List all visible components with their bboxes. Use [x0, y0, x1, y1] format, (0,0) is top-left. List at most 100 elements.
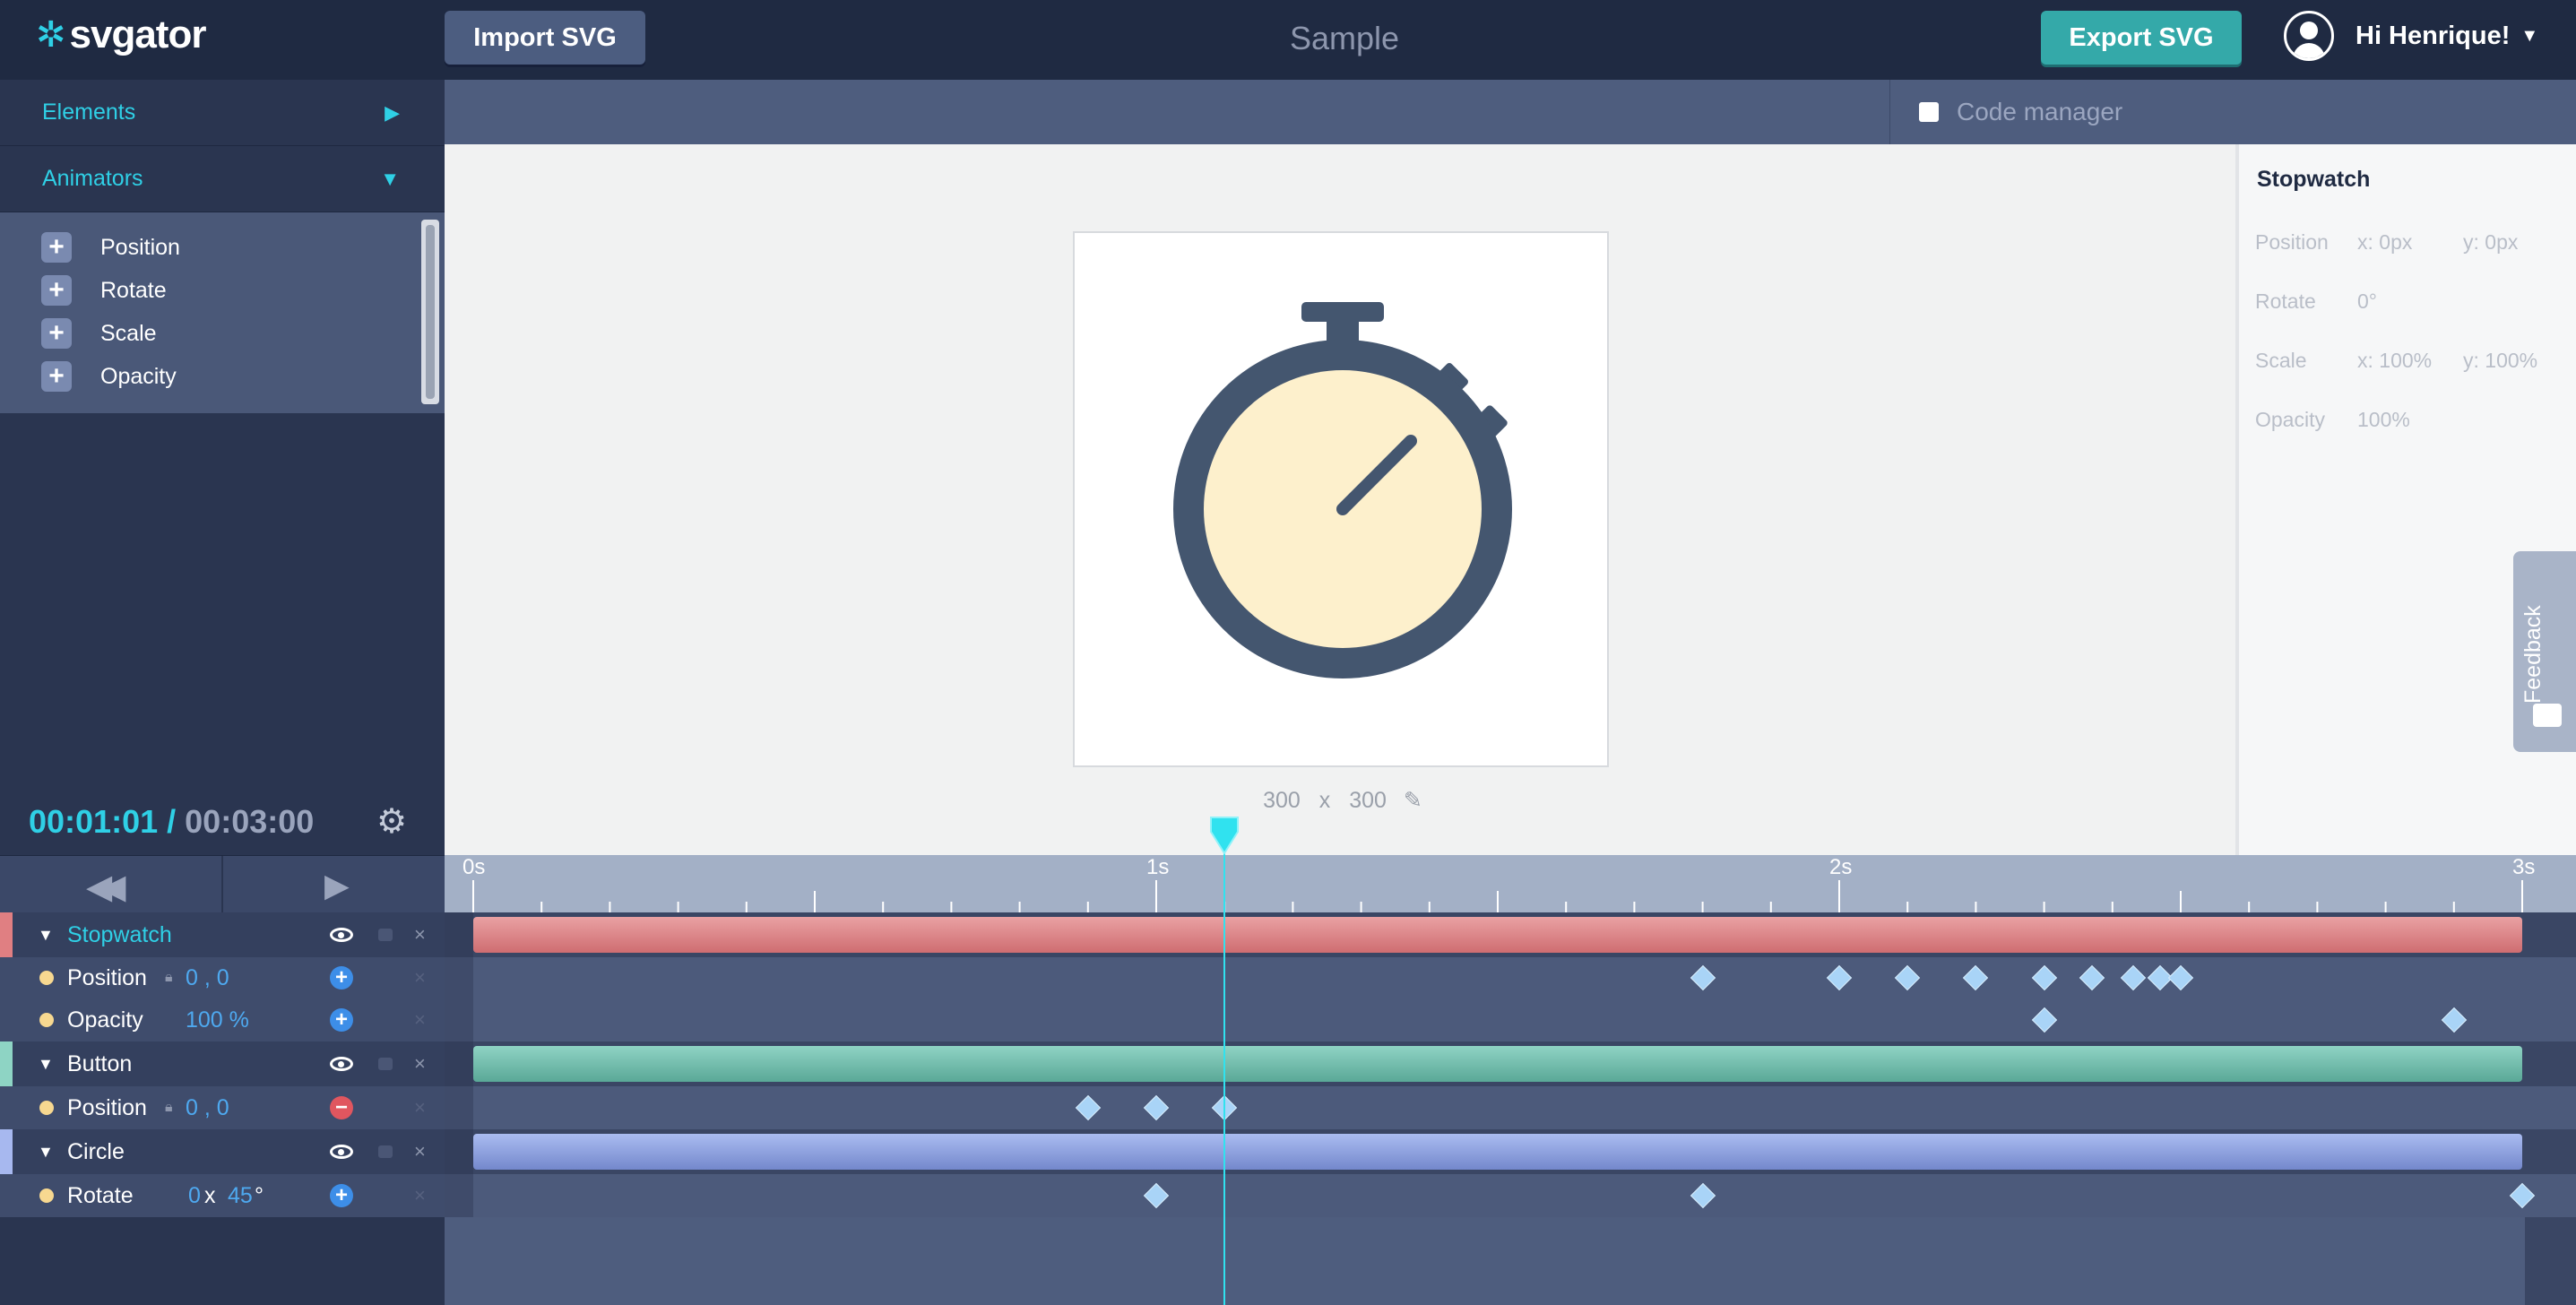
import-svg-button[interactable]: Import SVG	[445, 11, 645, 65]
lock-icon[interactable]	[378, 1145, 393, 1158]
eye-icon[interactable]	[330, 1145, 353, 1159]
animator-scrollbar[interactable]	[421, 220, 439, 404]
property-row-stopwatch-position[interactable]: Position 🔒︎ 0 , 0 + ×	[0, 957, 445, 998]
keyframe-diamond[interactable]	[1826, 964, 1853, 991]
prop-position-x[interactable]: x: 0px	[2357, 230, 2412, 255]
keyframe-diamond[interactable]	[1143, 1094, 1170, 1121]
eye-icon[interactable]	[330, 1057, 353, 1071]
play-icon[interactable]: ▶	[324, 867, 350, 904]
layer-name[interactable]: Circle	[67, 1139, 125, 1165]
remove-keyframe-icon[interactable]: −	[330, 1095, 353, 1119]
pencil-icon[interactable]: ✎	[1404, 788, 1422, 813]
timeline-ruler[interactable]	[445, 855, 2576, 912]
artboard-size[interactable]: 300 x 300 ✎	[1253, 787, 1432, 814]
bulb-icon[interactable]	[39, 1188, 54, 1203]
artboard[interactable]	[1073, 231, 1609, 767]
lock-icon[interactable]: 🔒︎	[165, 1100, 173, 1116]
bulb-icon[interactable]	[39, 971, 54, 985]
plus-icon[interactable]: +	[41, 232, 72, 263]
eye-icon[interactable]	[330, 928, 353, 942]
property-value[interactable]: 100 %	[186, 1007, 249, 1033]
keyframe-diamond[interactable]	[1690, 1182, 1716, 1209]
keyframe-diamond[interactable]	[2031, 1007, 2057, 1033]
keyframe-diamond[interactable]	[2167, 964, 2194, 991]
animator-item-rotate[interactable]: + Rotate	[41, 275, 167, 306]
gear-icon[interactable]: ⚙	[376, 801, 407, 842]
user-greeting[interactable]: Hi Henrique!	[2356, 22, 2510, 51]
export-svg-button[interactable]: Export SVG	[2041, 11, 2242, 65]
circle-bar[interactable]	[473, 1134, 2522, 1170]
animator-item-opacity[interactable]: + Opacity	[41, 361, 177, 392]
layer-name[interactable]: Stopwatch	[67, 922, 172, 948]
collapse-triangle-icon[interactable]: ▼	[38, 1143, 54, 1162]
prop-scale-x[interactable]: x: 100%	[2357, 349, 2432, 373]
close-icon[interactable]: ×	[414, 1096, 426, 1119]
artboard-height[interactable]: 300	[1349, 788, 1387, 813]
artboard-width[interactable]: 300	[1263, 788, 1301, 813]
property-value[interactable]: 0 , 0	[186, 1095, 229, 1121]
keyframe-diamond[interactable]	[1963, 964, 1989, 991]
close-icon[interactable]: ×	[414, 1052, 426, 1076]
close-icon[interactable]: ×	[414, 1184, 426, 1207]
keyframe-diamond[interactable]	[1895, 964, 1921, 991]
bulb-icon[interactable]	[39, 1013, 54, 1027]
code-manager-toggle[interactable]: Code manager	[1889, 80, 2576, 144]
keyframe-diamond[interactable]	[2031, 964, 2057, 991]
property-value[interactable]: 0 , 0	[186, 965, 229, 991]
plus-icon[interactable]: +	[41, 361, 72, 392]
elements-panel-header[interactable]: Elements ▶	[0, 80, 445, 146]
animator-item-position[interactable]: + Position	[41, 232, 180, 263]
button-bar[interactable]	[473, 1046, 2522, 1082]
layer-row-button[interactable]: ▼ Button ×	[0, 1041, 445, 1086]
animator-item-scale[interactable]: + Scale	[41, 318, 157, 349]
prop-scale-y[interactable]: y: 100%	[2463, 349, 2537, 373]
property-row-circle-rotate[interactable]: Rotate 0 x 45 ° + ×	[0, 1174, 445, 1217]
close-icon[interactable]: ×	[414, 1140, 426, 1163]
feedback-tab[interactable]: Feedback	[2513, 551, 2576, 752]
bulb-icon[interactable]	[39, 1101, 54, 1115]
keyframe-diamond[interactable]	[1075, 1094, 1101, 1121]
keyframe-diamond[interactable]	[1690, 964, 1716, 991]
stopwatch-graphic[interactable]	[1075, 233, 1611, 769]
layer-row-circle[interactable]: ▼ Circle ×	[0, 1129, 445, 1174]
close-icon[interactable]: ×	[414, 923, 426, 946]
collapse-triangle-icon[interactable]: ▼	[38, 926, 54, 945]
chevron-down-icon[interactable]: ▼	[2520, 26, 2538, 47]
user-menu[interactable]: Hi Henrique! ▼	[2284, 11, 2538, 61]
prop-position-y[interactable]: y: 0px	[2463, 230, 2518, 255]
animators-label: Animators	[42, 166, 143, 191]
svgator-logo[interactable]: ✲ svgator	[36, 13, 206, 57]
prop-rotate-value[interactable]: 0°	[2357, 290, 2377, 314]
code-manager-checkbox[interactable]	[1919, 102, 1939, 122]
property-row-stopwatch-opacity[interactable]: Opacity 100 % + ×	[0, 998, 445, 1041]
close-icon[interactable]: ×	[414, 966, 426, 990]
layer-name[interactable]: Button	[67, 1051, 132, 1077]
keyframe-diamond[interactable]	[2120, 964, 2146, 991]
add-keyframe-icon[interactable]: +	[330, 965, 353, 990]
rotate-degrees-value[interactable]: 45	[228, 1183, 253, 1209]
prop-opacity-value[interactable]: 100%	[2357, 408, 2410, 432]
stopwatch-bar[interactable]	[473, 917, 2522, 953]
property-row-button-position[interactable]: Position 🔒︎ 0 , 0 − ×	[0, 1086, 445, 1129]
keyframe-diamond[interactable]	[2079, 964, 2105, 991]
animators-panel-header[interactable]: Animators ▼	[0, 146, 445, 212]
rewind-icon[interactable]: ◀◀	[86, 867, 126, 907]
lock-icon[interactable]	[378, 1058, 393, 1070]
lock-icon[interactable]	[378, 929, 393, 941]
plus-icon[interactable]: +	[41, 318, 72, 349]
add-keyframe-icon[interactable]: +	[330, 1183, 353, 1207]
avatar[interactable]	[2284, 11, 2334, 61]
project-title[interactable]: Sample	[1165, 20, 1524, 57]
close-icon[interactable]: ×	[414, 1008, 426, 1032]
keyframe-diamond[interactable]	[2509, 1182, 2536, 1209]
playhead-handle[interactable]	[1209, 816, 1240, 855]
collapse-triangle-icon[interactable]: ▼	[38, 1055, 54, 1074]
total-time[interactable]: 00:03:00	[185, 803, 314, 840]
keyframe-diamond[interactable]	[1143, 1182, 1170, 1209]
add-keyframe-icon[interactable]: +	[330, 1007, 353, 1032]
keyframe-diamond[interactable]	[2441, 1007, 2467, 1033]
rotate-turns-value[interactable]: 0	[188, 1183, 201, 1209]
layer-row-stopwatch[interactable]: ▼ Stopwatch ×	[0, 912, 445, 957]
lock-icon[interactable]: 🔒︎	[165, 970, 173, 986]
plus-icon[interactable]: +	[41, 275, 72, 306]
